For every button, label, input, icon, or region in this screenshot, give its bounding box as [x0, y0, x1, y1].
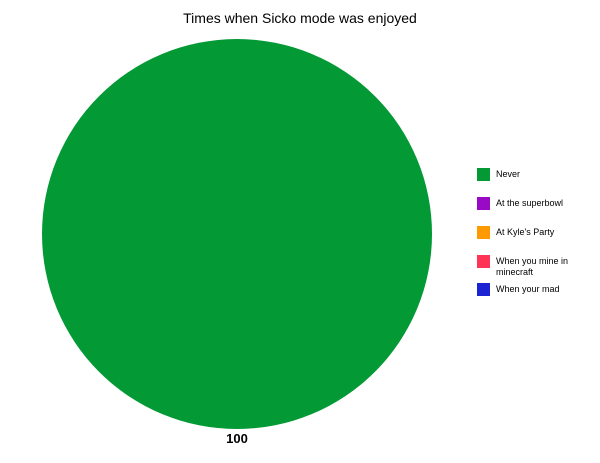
legend-label: When you mine in minecraft	[496, 256, 569, 277]
legend-label: At Kyle's Party	[496, 227, 555, 237]
legend-swatch	[477, 168, 490, 181]
legend-swatch	[477, 226, 490, 239]
legend-swatch	[477, 283, 490, 296]
legend-label: When your mad	[496, 284, 560, 294]
pie-chart: Times when Sicko mode was enjoyed 100 Ne…	[0, 0, 600, 463]
legend-swatch	[477, 197, 490, 210]
legend-label: Never	[496, 169, 521, 179]
slice-value-label: 100	[226, 431, 248, 446]
legend-swatch	[477, 255, 490, 268]
pie-slice	[42, 39, 432, 429]
legend-label: At the superbowl	[496, 198, 564, 208]
